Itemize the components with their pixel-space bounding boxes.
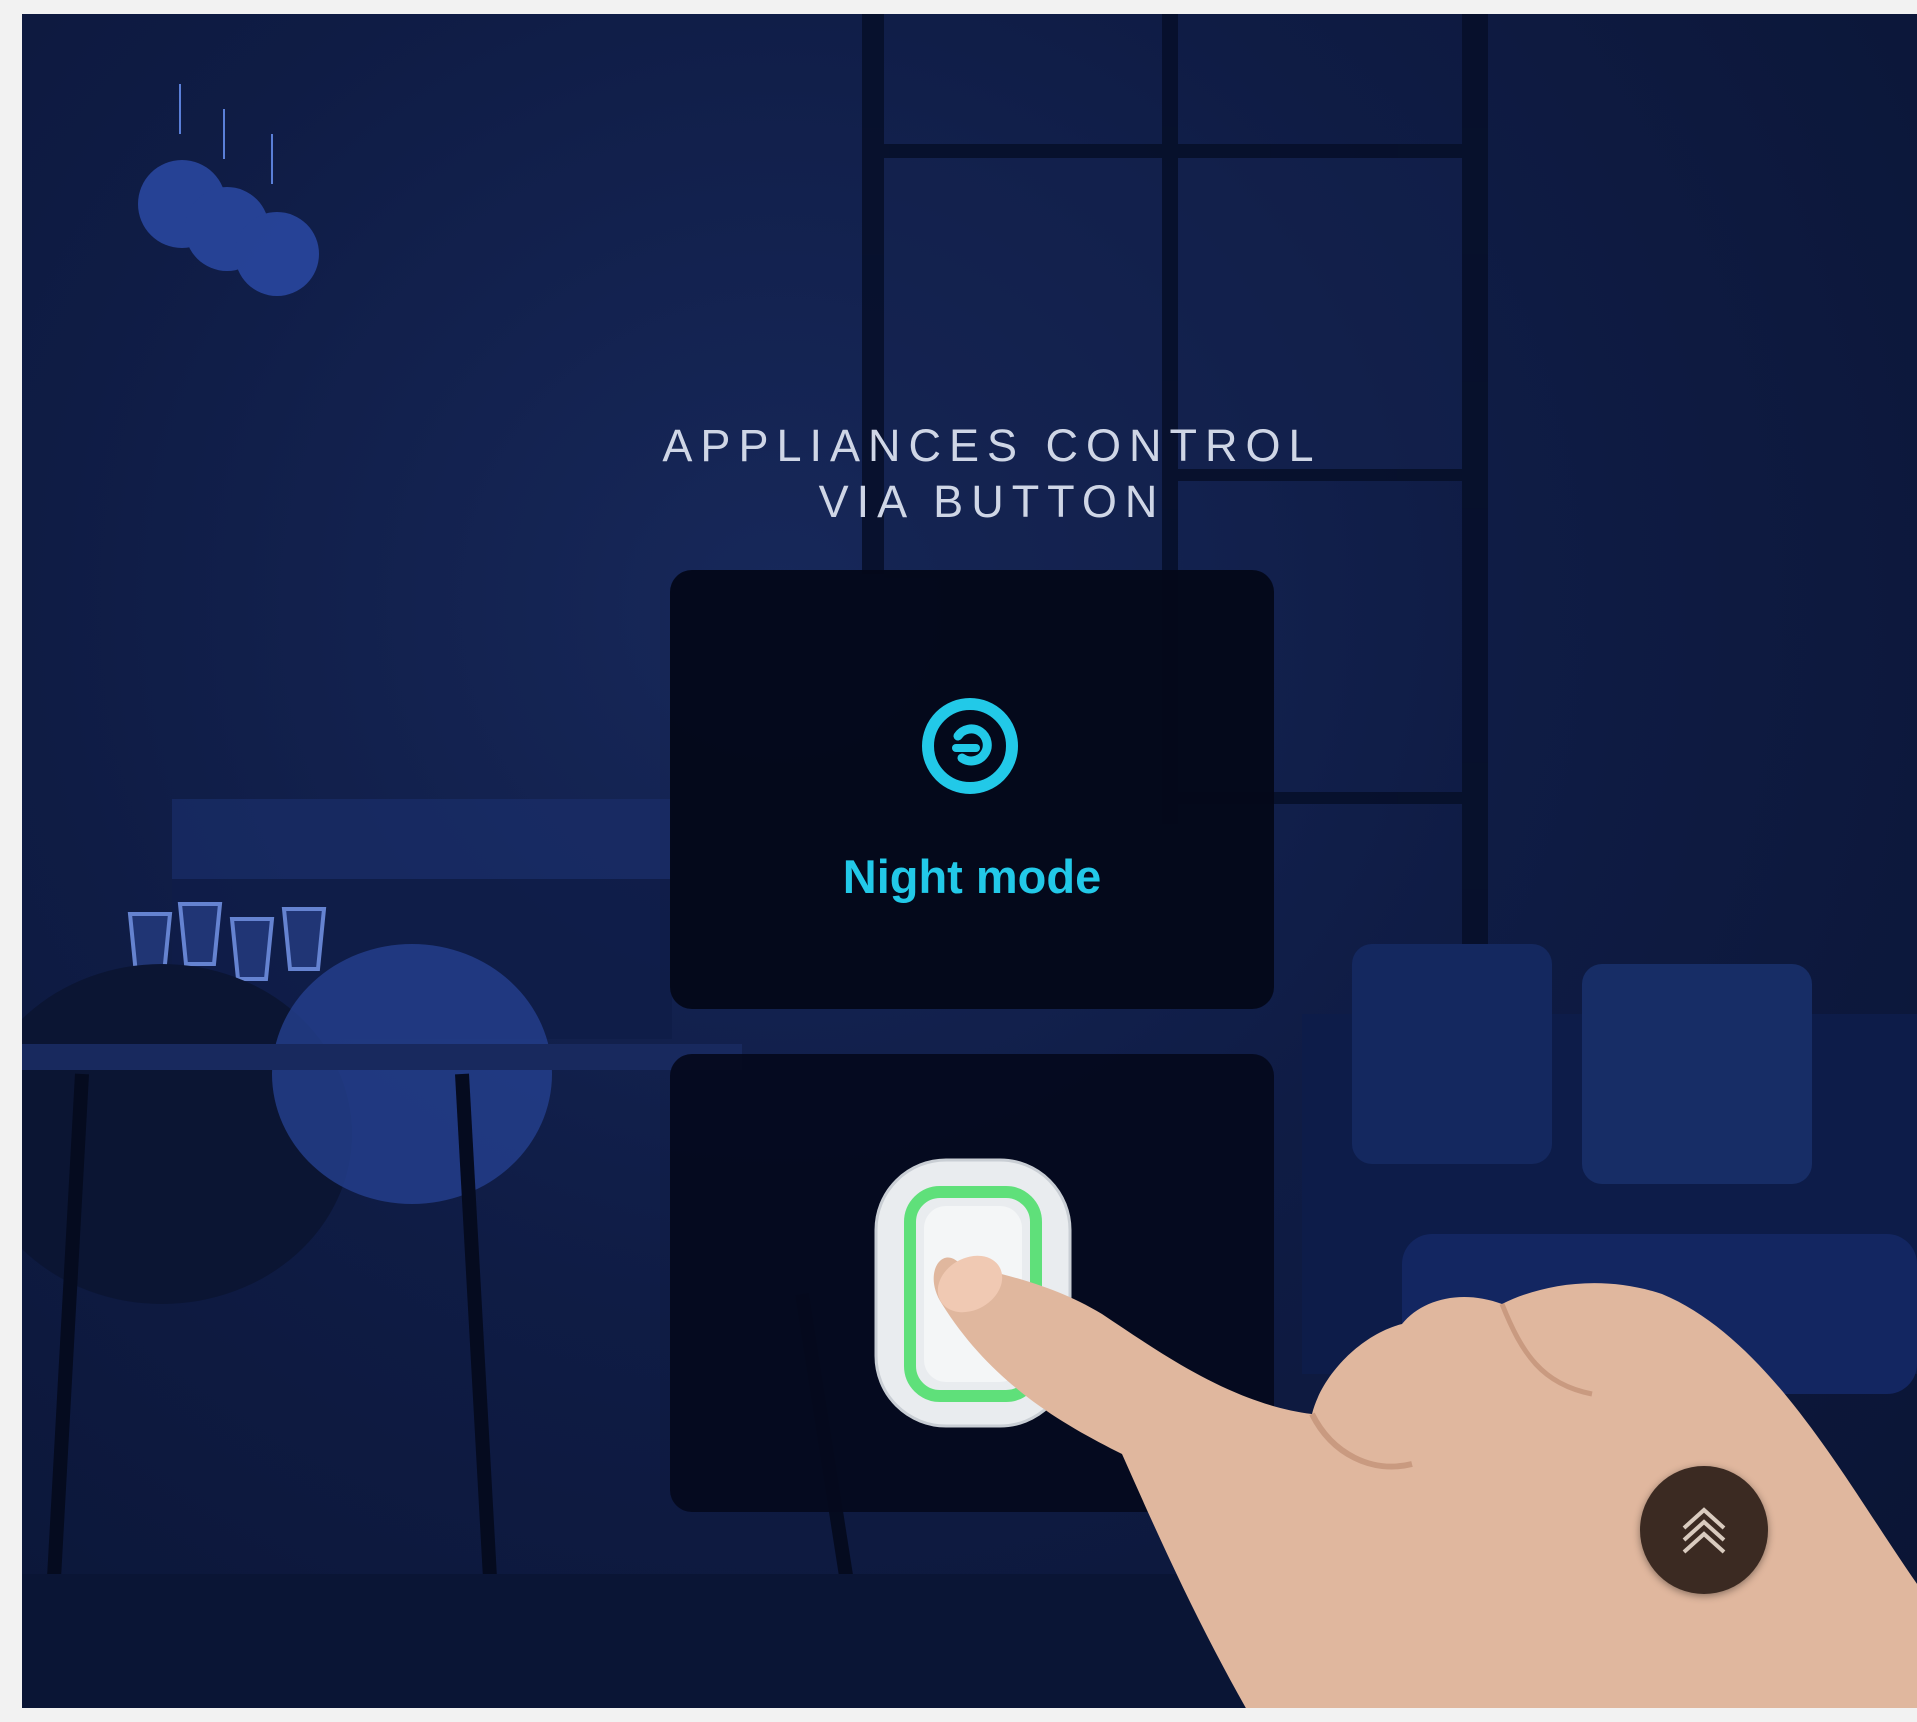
scroll-to-top-button[interactable] <box>1640 1466 1768 1594</box>
headline-line-2: VIA BUTTON <box>818 476 1166 527</box>
night-mode-label: Night mode <box>842 850 1102 903</box>
headline-line-1: APPLIANCES CONTROL <box>662 420 1322 471</box>
hero-scene: APPLIANCES CONTROL VIA BUTTON Night mode <box>22 14 1917 1708</box>
night-mode-icon <box>922 698 1018 794</box>
double-chevron-up-icon <box>1682 1507 1726 1554</box>
finger-pressing-image <box>933 1255 1917 1708</box>
headline: APPLIANCES CONTROL VIA BUTTON <box>582 418 1402 530</box>
